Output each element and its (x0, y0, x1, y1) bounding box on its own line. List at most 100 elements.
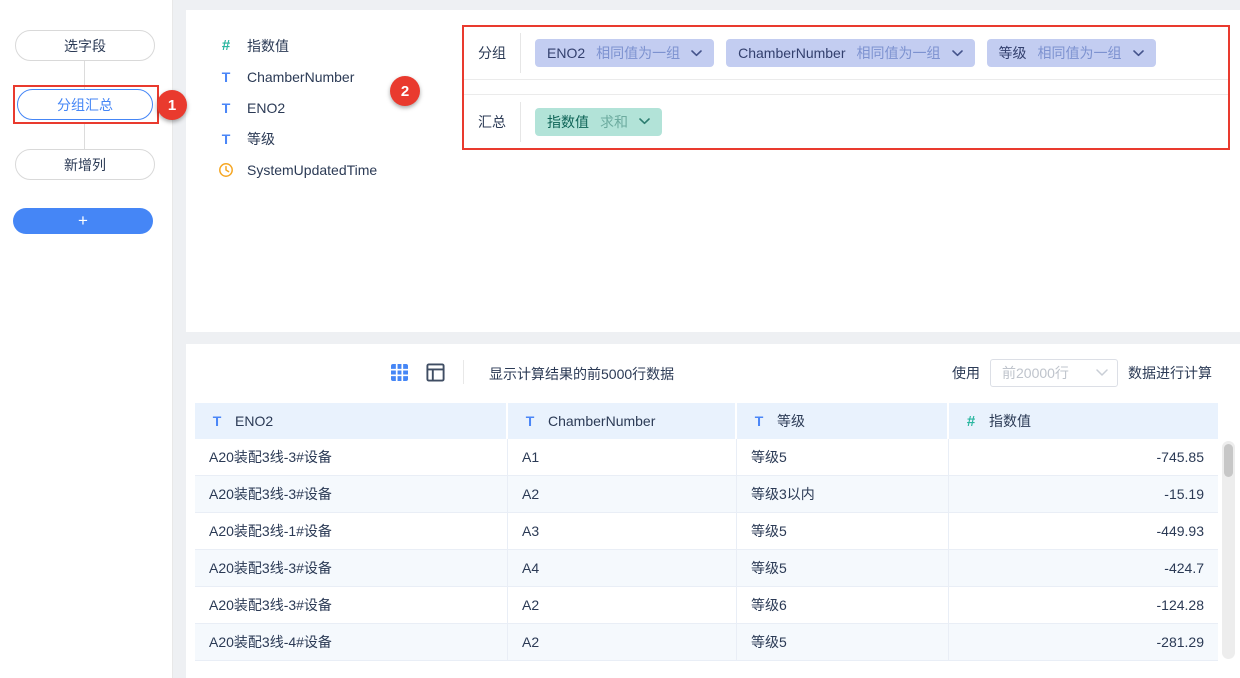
result-table: T ENO2 T ChamberNumber T 等级 # 指数值 A20装配3… (195, 403, 1218, 661)
cell-index-value: -745.85 (949, 439, 1218, 476)
text-field-icon: T (221, 68, 231, 85)
result-panel: 显示计算结果的前5000行数据 使用 前20000行 数据进行计算 T ENO2… (186, 344, 1240, 678)
sidebar-item-new-column[interactable]: 新增列 (15, 149, 155, 180)
column-header-level[interactable]: T 等级 (737, 403, 949, 439)
summary-row: 汇总 指数值 求和 (462, 94, 1230, 148)
field-item-eno2[interactable]: T ENO2 (218, 92, 377, 123)
group-by-row: 分组 ENO2 相同值为一组 ChamberNumber 相同值为一组 等级 相… (462, 27, 1230, 80)
field-item-chambernumber[interactable]: T ChamberNumber (218, 61, 377, 92)
chevron-down-icon (1132, 49, 1144, 57)
sidebar-item-label: 选字段 (64, 37, 106, 54)
cell-level: 等级5 (737, 439, 949, 476)
tag-rule: 相同值为一组 (856, 45, 941, 61)
cell-index-value: -15.19 (949, 476, 1218, 513)
cell-level: 等级5 (737, 624, 949, 661)
plus-icon: + (78, 211, 88, 230)
cell-eno2: A20装配3线-3#设备 (195, 550, 508, 587)
sidebar-item-group-summary[interactable]: 分组汇总 (17, 89, 153, 120)
group-tags: ENO2 相同值为一组 ChamberNumber 相同值为一组 等级 相同值为… (535, 39, 1156, 67)
cell-level: 等级6 (737, 587, 949, 624)
tag-field-name: 指数值 (547, 113, 589, 130)
grid-view-icon[interactable] (388, 361, 410, 383)
cell-index-value: -449.93 (949, 513, 1218, 550)
table-toolbar: 显示计算结果的前5000行数据 使用 前20000行 数据进行计算 (186, 356, 1240, 392)
page: 选字段 分组汇总 新增列 + # 指数值 T ChamberNumber T E… (0, 0, 1240, 678)
column-header-eno2[interactable]: T ENO2 (195, 403, 508, 439)
cell-eno2: A20装配3线-3#设备 (195, 587, 508, 624)
group-tag-chambernumber[interactable]: ChamberNumber 相同值为一组 (726, 39, 975, 67)
chevron-down-icon (951, 49, 963, 57)
step-connector (84, 61, 85, 89)
add-step-button[interactable]: + (13, 208, 153, 234)
tag-field-name: ChamberNumber (738, 45, 846, 61)
table-header-row: T ENO2 T ChamberNumber T 等级 # 指数值 (195, 403, 1218, 439)
table-scrollbar[interactable] (1222, 441, 1235, 659)
group-config-panel: # 指数值 T ChamberNumber T ENO2 T 等级 System… (186, 10, 1240, 332)
divider (463, 360, 464, 384)
rows-limit-value: 前20000行 (1002, 365, 1069, 381)
group-by-label: 分组 (478, 45, 506, 61)
field-item-systemupdatedtime[interactable]: SystemUpdatedTime (218, 154, 377, 185)
text-field-icon: T (221, 130, 231, 147)
column-label: 指数值 (989, 413, 1031, 429)
use-suffix-label: 数据进行计算 (1128, 365, 1212, 381)
sidebar-item-label: 新增列 (64, 156, 106, 173)
divider (520, 101, 521, 142)
text-field-icon: T (221, 99, 231, 116)
chevron-down-icon (691, 49, 702, 57)
group-tag-level[interactable]: 等级 相同值为一组 (986, 39, 1156, 67)
sidebar-item-select-fields[interactable]: 选字段 (15, 30, 155, 61)
field-name: SystemUpdatedTime (247, 161, 378, 178)
layout-view-icon[interactable] (424, 361, 446, 383)
cell-chambernumber: A2 (508, 476, 737, 513)
compute-rows-control: 使用 前20000行 数据进行计算 (952, 359, 1212, 387)
column-header-index-value[interactable]: # 指数值 (949, 403, 1218, 439)
table-row: A20装配3线-3#设备 A4 等级5 -424.7 (195, 550, 1218, 587)
cell-level: 等级5 (737, 550, 949, 587)
summary-label: 汇总 (478, 113, 506, 130)
rows-limit-select[interactable]: 前20000行 (990, 359, 1118, 387)
cell-index-value: -281.29 (949, 624, 1218, 661)
field-item-level[interactable]: T 等级 (218, 123, 377, 154)
column-label: 等级 (777, 413, 805, 429)
cell-chambernumber: A3 (508, 513, 737, 550)
step-sidebar: 选字段 分组汇总 新增列 + (0, 0, 173, 678)
cell-chambernumber: A2 (508, 624, 737, 661)
result-rows-info: 显示计算结果的前5000行数据 (489, 366, 675, 382)
cell-index-value: -424.7 (949, 550, 1218, 587)
use-prefix-label: 使用 (952, 365, 980, 381)
number-field-icon: # (221, 37, 231, 54)
tag-field-name: ENO2 (547, 45, 586, 61)
cell-chambernumber: A4 (508, 550, 737, 587)
tag-rule: 相同值为一组 (596, 45, 681, 61)
scrollbar-thumb[interactable] (1224, 444, 1233, 477)
group-tag-eno2[interactable]: ENO2 相同值为一组 (535, 39, 715, 67)
cell-level: 等级5 (737, 513, 949, 550)
tag-rule: 求和 (600, 113, 628, 130)
chevron-down-icon (639, 118, 650, 125)
step-connector (84, 124, 85, 149)
tag-field-name: 等级 (998, 45, 1027, 61)
field-name: 等级 (247, 130, 275, 147)
cell-eno2: A20装配3线-3#设备 (195, 476, 508, 513)
table-row: A20装配3线-4#设备 A2 等级5 -281.29 (195, 624, 1218, 661)
cell-eno2: A20装配3线-1#设备 (195, 513, 508, 550)
summary-tag-index-value[interactable]: 指数值 求和 (535, 107, 662, 136)
table-row: A20装配3线-3#设备 A2 等级3以内 -15.19 (195, 476, 1218, 513)
sidebar-item-label: 分组汇总 (57, 96, 113, 113)
divider (520, 33, 521, 73)
table-row: A20装配3线-1#设备 A3 等级5 -449.93 (195, 513, 1218, 550)
cell-level: 等级3以内 (737, 476, 949, 513)
table-row: A20装配3线-3#设备 A2 等级6 -124.28 (195, 587, 1218, 624)
number-field-icon: # (966, 412, 976, 430)
column-header-chambernumber[interactable]: T ChamberNumber (508, 403, 737, 439)
cell-index-value: -124.28 (949, 587, 1218, 624)
cell-eno2: A20装配3线-4#设备 (195, 624, 508, 661)
field-name: 指数值 (247, 37, 289, 54)
field-name: ChamberNumber (247, 68, 355, 85)
cell-eno2: A20装配3线-3#设备 (195, 439, 508, 476)
text-field-icon: T (525, 413, 535, 429)
field-item-index-value[interactable]: # 指数值 (218, 30, 377, 61)
tag-rule: 相同值为一组 (1037, 45, 1122, 61)
cell-chambernumber: A1 (508, 439, 737, 476)
